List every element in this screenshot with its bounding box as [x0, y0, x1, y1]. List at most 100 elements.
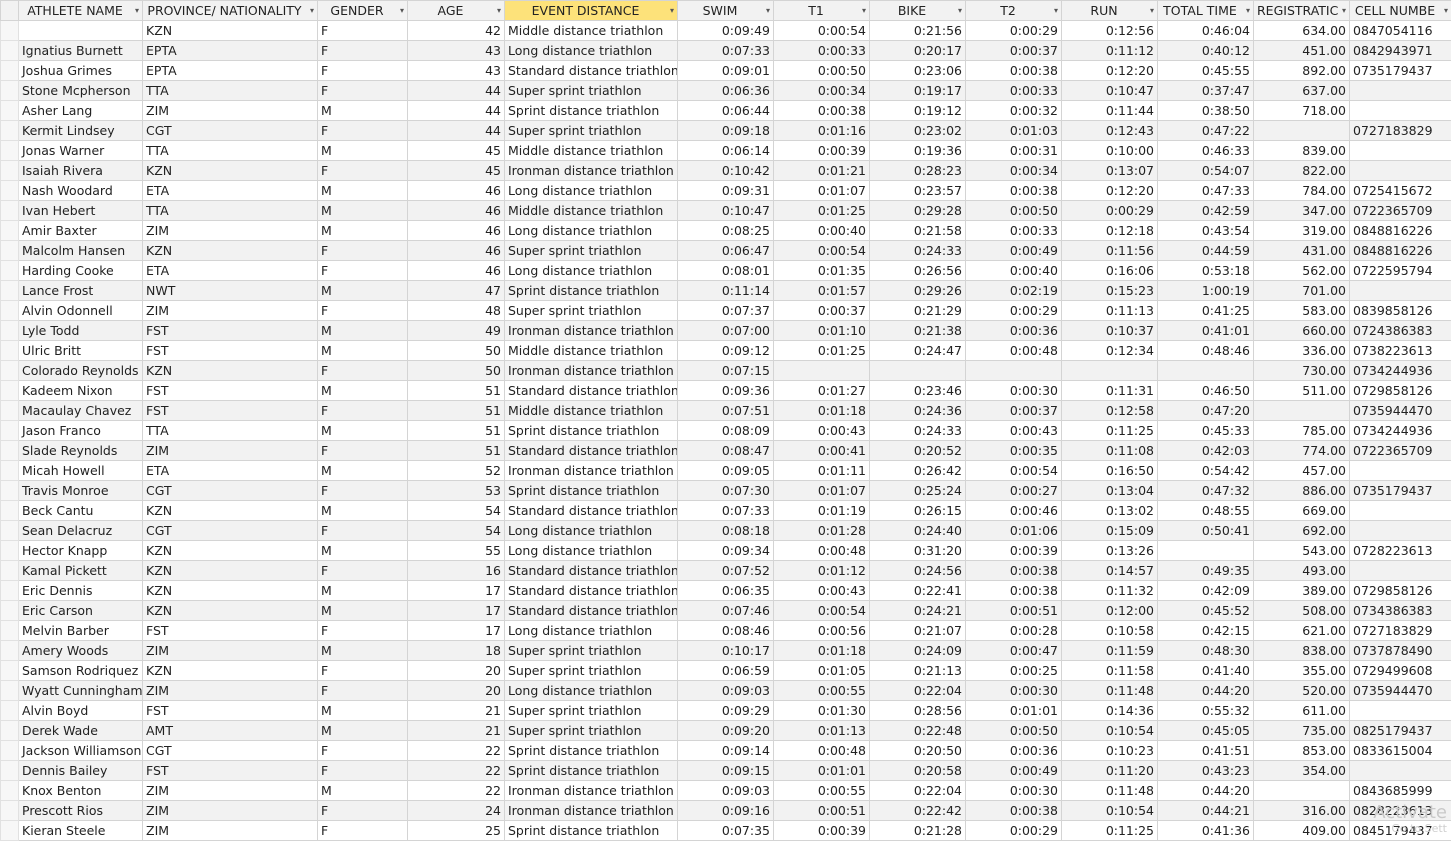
row-selector[interactable]	[1, 41, 19, 61]
table-cell[interactable]: 44	[408, 81, 505, 101]
row-selector[interactable]	[1, 461, 19, 481]
table-cell[interactable]: 0:00:43	[966, 421, 1062, 441]
table-cell[interactable]: ZIM	[143, 441, 318, 461]
table-cell[interactable]: Beck Cantu	[19, 501, 143, 521]
table-cell[interactable]: Lance Frost	[19, 281, 143, 301]
table-cell[interactable]: 0:01:05	[774, 661, 870, 681]
table-cell[interactable]: 0:41:36	[1158, 821, 1254, 841]
table-cell[interactable]: 892.00	[1254, 61, 1350, 81]
table-cell[interactable]: 0:01:01	[966, 701, 1062, 721]
table-cell[interactable]: 0:08:46	[678, 621, 774, 641]
table-cell[interactable]: Dennis Bailey	[19, 761, 143, 781]
table-cell[interactable]: FST	[143, 621, 318, 641]
table-cell[interactable]: 45	[408, 141, 505, 161]
table-cell[interactable]: 0:00:38	[966, 61, 1062, 81]
table-cell[interactable]: 0:44:20	[1158, 781, 1254, 801]
table-cell[interactable]: 51	[408, 441, 505, 461]
row-selector[interactable]	[1, 581, 19, 601]
table-cell[interactable]: 0:44:59	[1158, 241, 1254, 261]
row-selector[interactable]	[1, 761, 19, 781]
table-cell[interactable]: FST	[143, 761, 318, 781]
table-cell[interactable]: 0:21:13	[870, 661, 966, 681]
table-cell[interactable]: 0:10:54	[1062, 801, 1158, 821]
column-header-province-nationality[interactable]: PROVINCE/ NATIONALITY▾	[143, 1, 318, 21]
column-header-total-time[interactable]: TOTAL TIME▾	[1158, 1, 1254, 21]
table-cell[interactable]: M	[318, 321, 408, 341]
table-cell[interactable]: 0:07:30	[678, 481, 774, 501]
table-cell[interactable]: 0:11:20	[1062, 761, 1158, 781]
table-cell[interactable]: 0:09:05	[678, 461, 774, 481]
table-cell[interactable]: NWT	[143, 281, 318, 301]
table-cell[interactable]: 0:01:21	[774, 161, 870, 181]
table-cell[interactable]: Super sprint triathlon	[505, 81, 678, 101]
table-cell[interactable]: KZN	[143, 661, 318, 681]
filter-dropdown-icon[interactable]: ▾	[1150, 1, 1154, 20]
table-cell[interactable]: 0:01:06	[966, 521, 1062, 541]
table-cell[interactable]	[1350, 281, 1451, 301]
row-selector[interactable]	[1, 721, 19, 741]
table-cell[interactable]: Hector Knapp	[19, 541, 143, 561]
table-cell[interactable]: 0:06:36	[678, 81, 774, 101]
table-cell[interactable]: M	[318, 381, 408, 401]
table-cell[interactable]: 785.00	[1254, 421, 1350, 441]
table-cell[interactable]: F	[318, 361, 408, 381]
table-cell[interactable]: 611.00	[1254, 701, 1350, 721]
table-cell[interactable]: 0:01:18	[774, 401, 870, 421]
table-cell[interactable]: Super sprint triathlon	[505, 301, 678, 321]
table-cell[interactable]	[1062, 361, 1158, 381]
table-cell[interactable]: 0735944470	[1350, 681, 1451, 701]
table-cell[interactable]: M	[318, 701, 408, 721]
row-selector[interactable]	[1, 781, 19, 801]
table-cell[interactable]: 0:00:30	[966, 781, 1062, 801]
table-cell[interactable]: KZN	[143, 361, 318, 381]
table-cell[interactable]: 0:11:32	[1062, 581, 1158, 601]
table-cell[interactable]: EPTA	[143, 61, 318, 81]
table-cell[interactable]: F	[318, 741, 408, 761]
table-cell[interactable]: ETA	[143, 181, 318, 201]
table-cell[interactable]: Ironman distance triathlon	[505, 801, 678, 821]
table-cell[interactable]: 316.00	[1254, 801, 1350, 821]
table-cell[interactable]: 51	[408, 401, 505, 421]
table-cell[interactable]: Long distance triathlon	[505, 221, 678, 241]
row-selector[interactable]	[1, 101, 19, 121]
table-cell[interactable]: TTA	[143, 141, 318, 161]
filter-dropdown-icon[interactable]: ▾	[1054, 1, 1058, 20]
table-cell[interactable]: 0:00:33	[966, 221, 1062, 241]
table-cell[interactable]: M	[318, 341, 408, 361]
table-cell[interactable]: 0:42:15	[1158, 621, 1254, 641]
row-selector[interactable]	[1, 421, 19, 441]
table-cell[interactable]: F	[318, 261, 408, 281]
table-cell[interactable]: 0839858126	[1350, 301, 1451, 321]
table-cell[interactable]: 0:12:43	[1062, 121, 1158, 141]
table-cell[interactable]: 0:45:55	[1158, 61, 1254, 81]
table-cell[interactable]: M	[318, 461, 408, 481]
table-cell[interactable]: Amir Baxter	[19, 221, 143, 241]
table-cell[interactable]: 0:41:40	[1158, 661, 1254, 681]
filter-dropdown-icon[interactable]: ▾	[670, 1, 674, 20]
table-cell[interactable]: 0:20:52	[870, 441, 966, 461]
table-cell[interactable]: Isaiah Rivera	[19, 161, 143, 181]
table-cell[interactable]: 0:21:07	[870, 621, 966, 641]
table-cell[interactable]: 21	[408, 721, 505, 741]
table-cell[interactable]: Ironman distance triathlon	[505, 461, 678, 481]
table-cell[interactable]: Kadeem Nixon	[19, 381, 143, 401]
table-cell[interactable]	[1350, 561, 1451, 581]
table-cell[interactable]: Alvin Boyd	[19, 701, 143, 721]
table-cell[interactable]: 0:06:47	[678, 241, 774, 261]
table-cell[interactable]: 0:00:38	[774, 101, 870, 121]
table-cell[interactable]: 0:10:17	[678, 641, 774, 661]
table-cell[interactable]: 0:02:19	[966, 281, 1062, 301]
table-cell[interactable]: M	[318, 501, 408, 521]
table-cell[interactable]: 0:13:02	[1062, 501, 1158, 521]
table-cell[interactable]: 583.00	[1254, 301, 1350, 321]
table-cell[interactable]: 0:00:50	[966, 721, 1062, 741]
table-cell[interactable]	[1350, 461, 1451, 481]
table-cell[interactable]: 0722365709	[1350, 441, 1451, 461]
column-header-gender[interactable]: GENDER▾	[318, 1, 408, 21]
table-cell[interactable]: 0:21:56	[870, 21, 966, 41]
table-cell[interactable]: 52	[408, 461, 505, 481]
table-cell[interactable]: 20	[408, 661, 505, 681]
row-selector[interactable]	[1, 441, 19, 461]
table-cell[interactable]: 0:09:15	[678, 761, 774, 781]
table-cell[interactable]: Super sprint triathlon	[505, 721, 678, 741]
